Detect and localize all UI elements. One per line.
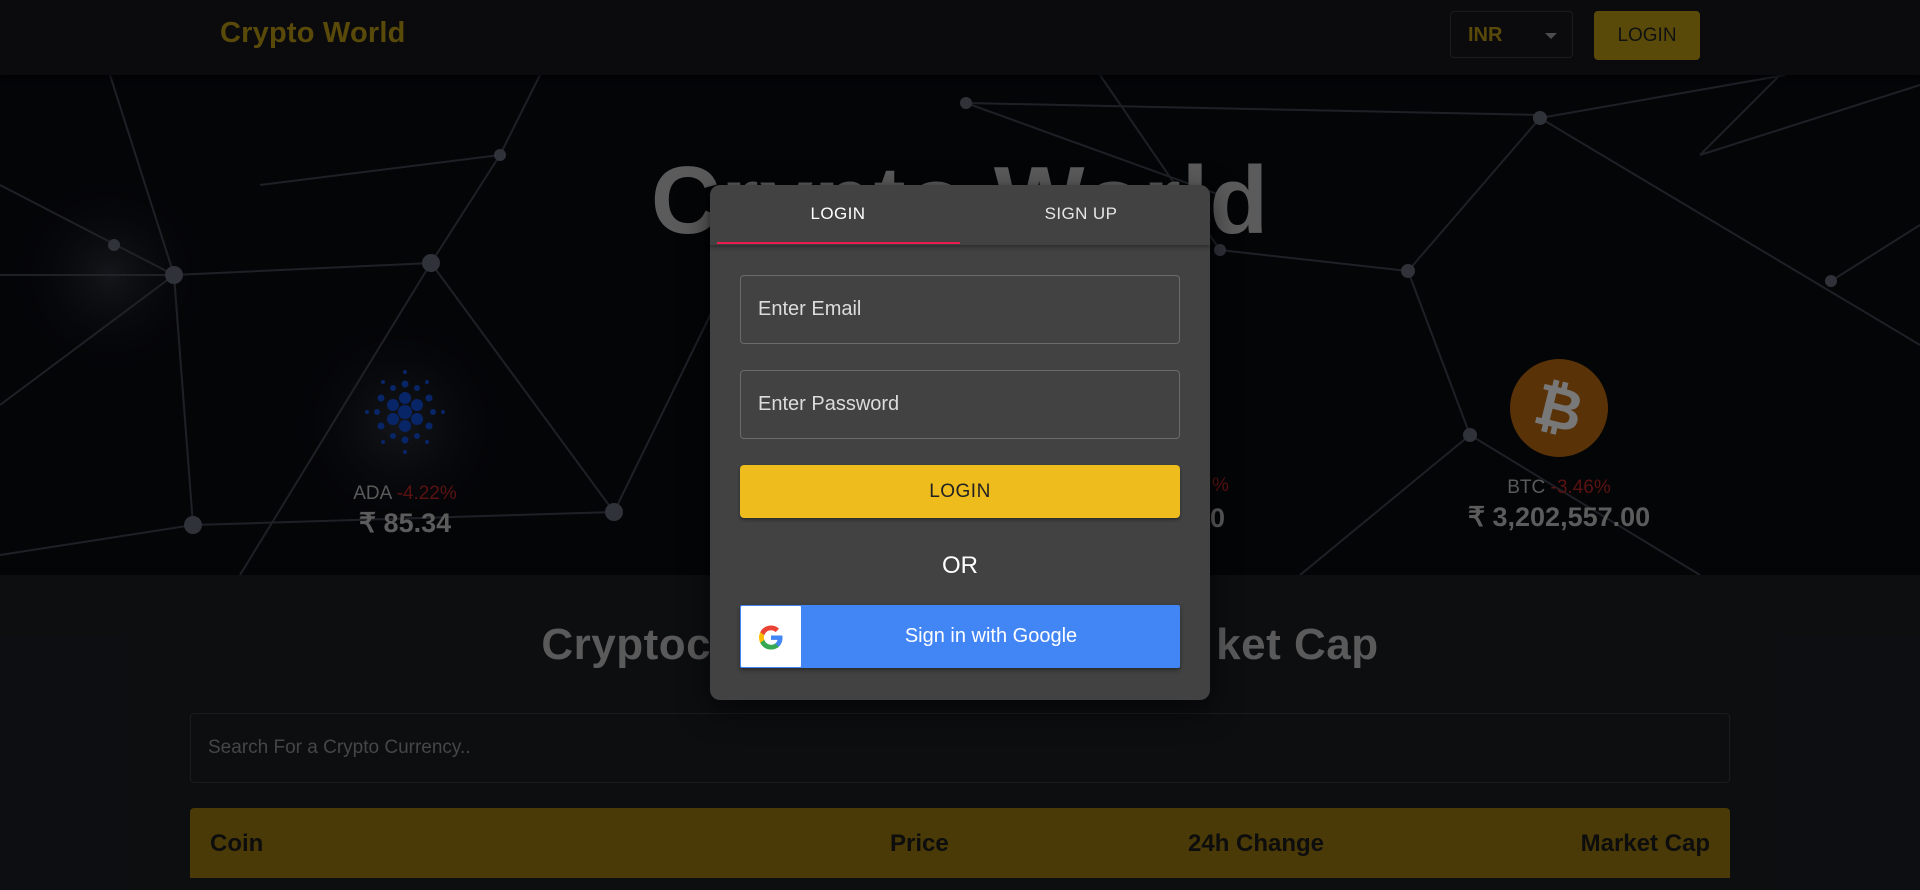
tab-login[interactable]: LOGIN — [717, 185, 959, 245]
auth-modal: LOGIN SIGN UP LOGIN OR Sign in with Goog… — [710, 185, 1210, 700]
tab-sign-up[interactable]: SIGN UP — [960, 185, 1202, 245]
google-icon — [759, 625, 783, 650]
login-button[interactable]: LOGIN — [740, 465, 1180, 518]
tab-indicator — [717, 242, 960, 244]
auth-tabs: LOGIN SIGN UP — [710, 185, 1210, 245]
email-field[interactable] — [740, 275, 1180, 344]
google-sign-in-label: Sign in with Google — [904, 625, 1078, 647]
or-divider: OR — [942, 552, 978, 579]
google-icon-box — [741, 606, 801, 667]
password-field[interactable] — [740, 370, 1180, 439]
google-sign-in-button[interactable]: Sign in with Google — [740, 605, 1180, 668]
